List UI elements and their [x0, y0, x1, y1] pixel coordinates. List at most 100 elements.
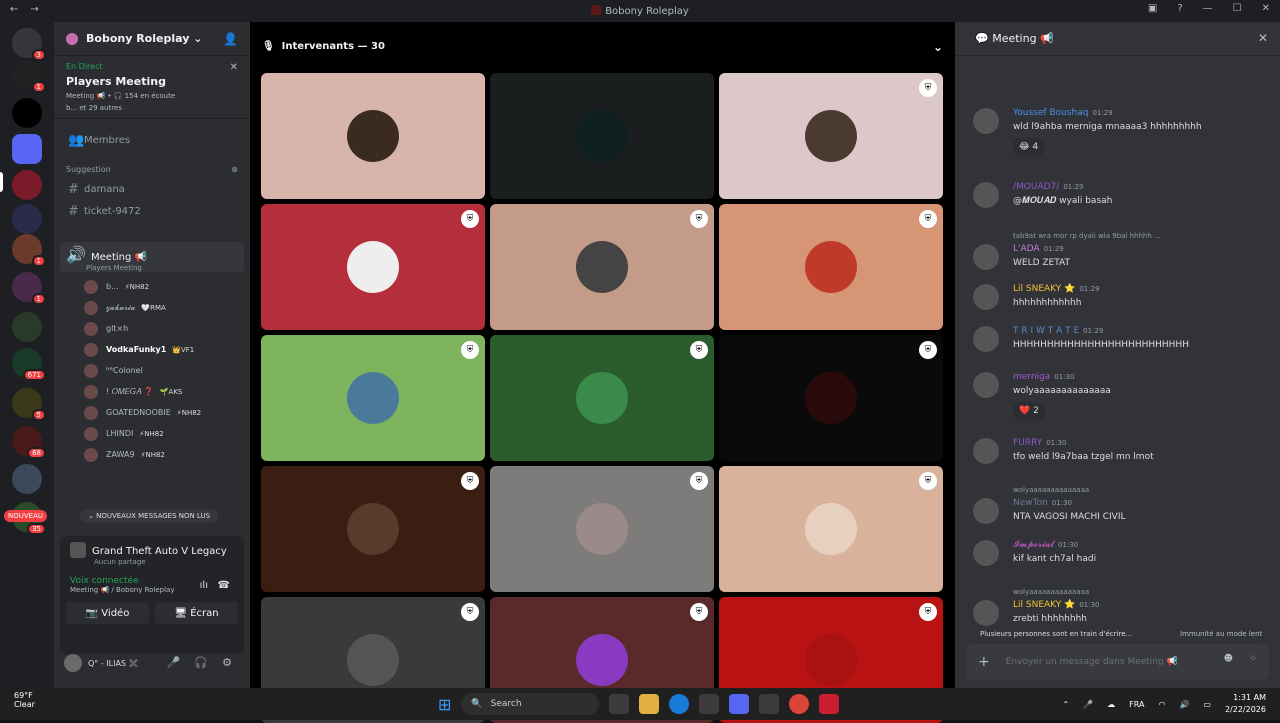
voice-user[interactable]: 𝔃𝓪𝓴𝓪𝓻𝓲𝓪 🤍RMA: [84, 297, 250, 318]
voice-user[interactable]: ZAWA9 ⚡NH82: [84, 444, 250, 465]
message-author[interactable]: NewTon 01:30: [1013, 498, 1072, 508]
store-icon[interactable]: [699, 694, 720, 714]
voice-user[interactable]: GOATEDNOOBIE ⚡NH82: [84, 402, 250, 423]
message-author[interactable]: 𝓘𝓶𝓹𝓮𝓻𝓲𝓪𝓵 01:30: [1013, 540, 1078, 550]
server-folder-icon[interactable]: 68: [12, 426, 46, 459]
chat-message[interactable]: /MOUAD7/01:29 @𝑴𝑶𝑼𝑨𝑫 wyali basah: [971, 182, 1266, 212]
minimize-button[interactable]: —: [1203, 3, 1213, 14]
chat-message[interactable]: wolyaaaaaaaaaaaaaa Lil SNEAKY ⭐ 01:30 zrebt…: [971, 588, 1266, 630]
speaker-tile[interactable]: ⛨: [719, 466, 943, 592]
server-icon[interactable]: 1: [12, 234, 46, 267]
chat-message[interactable]: merniga 01:30 wolyaaaaaaaaaaaaaa ❤️ 2: [971, 372, 1266, 420]
message-input[interactable]: Envoyer un message dans Meeting 📢: [1006, 657, 1178, 667]
avatar[interactable]: [973, 600, 999, 626]
speaker-tile[interactable]: ⛨: [719, 204, 943, 330]
chat-message[interactable]: T R I W T A T E 01:29 HHHHHHHHHHHHHHHHHHHH…: [971, 326, 1266, 356]
disconnect-icon[interactable]: ☎: [218, 580, 230, 591]
message-author[interactable]: Lil SNEAKY ⭐ 01:30: [1013, 600, 1100, 610]
avatar[interactable]: [973, 108, 999, 134]
language-indicator[interactable]: FRA: [1129, 700, 1144, 709]
apps-icon[interactable]: ⁘: [1249, 654, 1257, 664]
chat-message[interactable]: Youssef Boushaq 01:29 wld l9ahba merniga m…: [971, 108, 1266, 156]
server-folder-icon[interactable]: 671: [12, 348, 46, 381]
mic-muted-icon[interactable]: 🎤: [167, 656, 181, 669]
avatar[interactable]: [973, 244, 999, 270]
message-author[interactable]: Lil SNEAKY ⭐ 01:29: [1013, 284, 1100, 294]
discord-home-icon[interactable]: 3: [12, 28, 46, 61]
message-composer[interactable]: + Envoyer un message dans Meeting 📢 ☻ ⁘: [966, 644, 1269, 680]
avatar[interactable]: [973, 498, 999, 524]
close-icon[interactable]: ✕: [230, 62, 238, 73]
chevron-down-icon[interactable]: ⌄: [933, 40, 943, 54]
reply-preview[interactable]: wolyaaaaaaaaaaaaaa: [1013, 486, 1089, 494]
avatar[interactable]: [973, 182, 999, 208]
speaker-tile[interactable]: ⛨: [490, 335, 714, 461]
speakers-header[interactable]: 🎙 Intervenants — 30 ⌄: [250, 22, 955, 70]
speaker-tile[interactable]: ⛨: [261, 204, 485, 330]
app-icon[interactable]: [819, 694, 840, 714]
chevron-up-icon[interactable]: ⌃: [1062, 700, 1069, 709]
avatar[interactable]: [973, 438, 999, 464]
server-folder-icon[interactable]: [12, 464, 42, 494]
close-icon[interactable]: ⊗: [231, 165, 238, 174]
battery-icon[interactable]: ▭: [1203, 700, 1211, 709]
video-button[interactable]: 📷 Vidéo: [66, 602, 149, 624]
server-icon[interactable]: 1: [12, 60, 46, 93]
avatar[interactable]: [973, 540, 999, 566]
weather-widget[interactable]: 69°F Clear: [14, 691, 35, 709]
speaker-tile[interactable]: [261, 73, 485, 199]
category-header[interactable]: Suggestion ⊗: [54, 151, 250, 178]
speaker-tile[interactable]: ⛨: [719, 73, 943, 199]
search-box[interactable]: 🔍 Search: [461, 693, 600, 715]
new-messages-pill[interactable]: ⌄ NOUVEAUX MESSAGES NON LUS: [80, 509, 219, 523]
file-explorer-icon[interactable]: [639, 694, 660, 714]
server-header[interactable]: Bobony Roleplay ⌄ 👤: [54, 22, 250, 56]
speaker-tile[interactable]: ⛨: [490, 204, 714, 330]
game-activity[interactable]: Grand Theft Auto V Legacy Aucun partage: [60, 536, 244, 572]
server-folder-icon[interactable]: 5: [12, 388, 46, 421]
clock[interactable]: 1:31 AM 2/22/2026: [1225, 692, 1266, 716]
message-author[interactable]: T R I W T A T E 01:29: [1013, 326, 1103, 336]
channel-ticket[interactable]: # ticket-9472: [54, 200, 250, 222]
members-channel[interactable]: 👥 Membres: [54, 129, 250, 151]
maximize-button[interactable]: ☐: [1233, 3, 1242, 14]
voice-user[interactable]: ! 𝑂𝑀𝐸𝐺𝐴 ❓ 🌱AKS: [84, 381, 250, 402]
new-badge[interactable]: NOUVEAU: [4, 510, 47, 522]
chat-message[interactable]: Lil SNEAKY ⭐ 01:29 hhhhhhhhhhhh: [971, 284, 1266, 314]
voice-user[interactable]: LHINDI ⚡NH82: [84, 423, 250, 444]
task-view-icon[interactable]: [609, 694, 630, 714]
reaction-chip[interactable]: ❤️ 2: [1013, 402, 1045, 420]
help-icon[interactable]: ?: [1177, 3, 1182, 14]
message-author[interactable]: merniga 01:30: [1013, 372, 1074, 382]
voice-channel-meeting[interactable]: 🔊 Meeting 📢 Players Meeting: [60, 242, 244, 272]
network-icon[interactable]: ☁: [1107, 700, 1115, 709]
live-event-card[interactable]: En Direct Players Meeting Meeting 📢 • 🎧 …: [54, 56, 250, 119]
message-author[interactable]: Youssef Boushaq 01:29: [1013, 108, 1113, 118]
avatar[interactable]: [973, 326, 999, 352]
chrome-icon[interactable]: [789, 694, 810, 714]
speaker-tile[interactable]: [490, 73, 714, 199]
server-icon[interactable]: [12, 98, 42, 128]
voice-user[interactable]: b... ⚡NH82: [84, 276, 250, 297]
reaction-chip[interactable]: 😂 4: [1013, 138, 1045, 156]
chat-message[interactable]: 𝓘𝓶𝓹𝓮𝓻𝓲𝓪𝓵 01:30 kif kant ch7al hadi: [971, 540, 1266, 570]
message-author[interactable]: /MOUAD7/01:29: [1013, 182, 1084, 192]
server-folder-icon[interactable]: [12, 312, 42, 342]
close-icon[interactable]: ✕: [1258, 31, 1268, 45]
chat-message[interactable]: tab9at wra mor rp dyali wla 9bal hhhhh .…: [971, 232, 1266, 274]
reply-preview[interactable]: tab9at wra mor rp dyali wla 9bal hhhhh .…: [1013, 232, 1161, 240]
speaker-tile[interactable]: ⛨: [261, 466, 485, 592]
chat-message[interactable]: FURRY 01:30 tfo weld l9a7baa tzgel mn lmot: [971, 438, 1266, 468]
close-button[interactable]: ✕: [1262, 3, 1270, 14]
sound-waves-icon[interactable]: ılı: [200, 580, 208, 591]
server-folder-icon[interactable]: 1: [12, 272, 46, 305]
add-attachment-icon[interactable]: +: [978, 654, 990, 670]
voice-user[interactable]: VodkaFunky1 👑VF1: [84, 339, 250, 360]
chat-message[interactable]: wolyaaaaaaaaaaaaaa NewTon 01:30 NTA VAGOSI …: [971, 486, 1266, 528]
message-author[interactable]: FURRY 01:30: [1013, 438, 1066, 448]
speaker-tile[interactable]: ⛨: [719, 335, 943, 461]
speaker-tile[interactable]: ⛨: [261, 335, 485, 461]
server-icon[interactable]: [12, 204, 42, 234]
wifi-icon[interactable]: ◠: [1158, 700, 1165, 709]
folder-icon[interactable]: [12, 134, 42, 164]
